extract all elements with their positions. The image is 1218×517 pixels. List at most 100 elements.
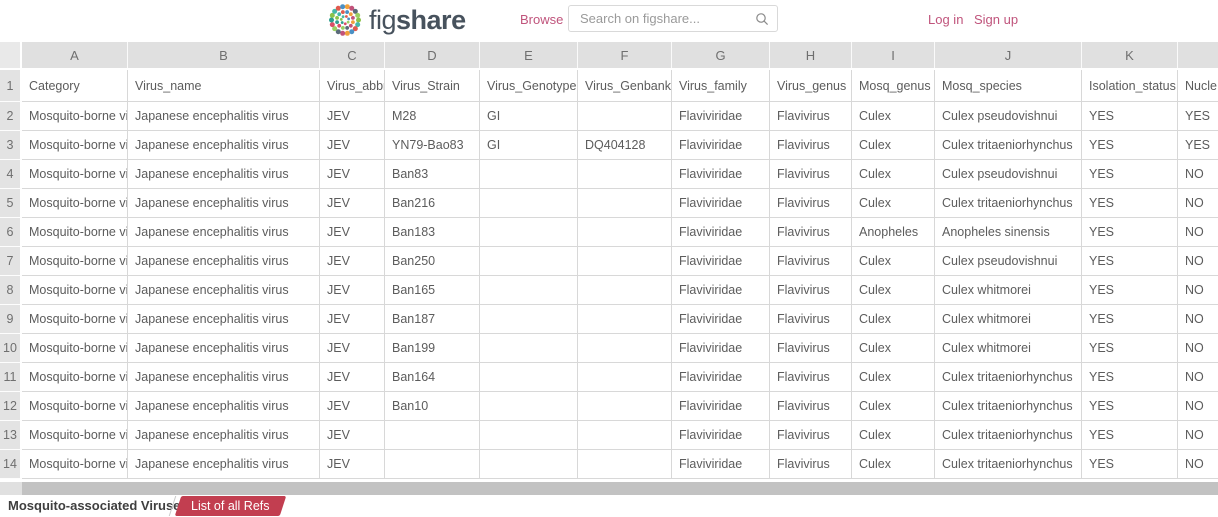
cell-C9[interactable]: JEV: [320, 305, 385, 334]
cell-H10[interactable]: Flavivirus: [770, 334, 852, 363]
column-header-D[interactable]: D: [385, 42, 480, 68]
cell-L9[interactable]: NO: [1178, 305, 1218, 334]
cell-E3[interactable]: GI: [480, 131, 578, 160]
cell-B12[interactable]: Japanese encephalitis virus: [128, 392, 320, 421]
cell-K7[interactable]: YES: [1082, 247, 1178, 276]
cell-B5[interactable]: Japanese encephalitis virus: [128, 189, 320, 218]
cell-J6[interactable]: Anopheles sinensis: [935, 218, 1082, 247]
cell-H7[interactable]: Flavivirus: [770, 247, 852, 276]
cell-H8[interactable]: Flavivirus: [770, 276, 852, 305]
cell-A8[interactable]: Mosquito-borne virus: [22, 276, 128, 305]
cell-C11[interactable]: JEV: [320, 363, 385, 392]
cell-E2[interactable]: GI: [480, 102, 578, 131]
cell-K3[interactable]: YES: [1082, 131, 1178, 160]
cell-F8[interactable]: [578, 276, 672, 305]
browse-link[interactable]: Browse: [520, 12, 563, 27]
cell-L5[interactable]: NO: [1178, 189, 1218, 218]
cell-F7[interactable]: [578, 247, 672, 276]
column-header-H[interactable]: H: [770, 42, 852, 68]
cell-D3[interactable]: YN79-Bao83: [385, 131, 480, 160]
cell-I12[interactable]: Culex: [852, 392, 935, 421]
cell-L10[interactable]: NO: [1178, 334, 1218, 363]
cell-C12[interactable]: JEV: [320, 392, 385, 421]
row-number-11[interactable]: 11: [0, 363, 22, 392]
row-number-2[interactable]: 2: [0, 102, 22, 131]
cell-B6[interactable]: Japanese encephalitis virus: [128, 218, 320, 247]
cell-G10[interactable]: Flaviviridae: [672, 334, 770, 363]
cell-D4[interactable]: Ban83: [385, 160, 480, 189]
cell-B4[interactable]: Japanese encephalitis virus: [128, 160, 320, 189]
cell-D14[interactable]: [385, 450, 480, 479]
column-header-G[interactable]: G: [672, 42, 770, 68]
cell-H4[interactable]: Flavivirus: [770, 160, 852, 189]
cell-G9[interactable]: Flaviviridae: [672, 305, 770, 334]
cell-G5[interactable]: Flaviviridae: [672, 189, 770, 218]
cell-D2[interactable]: M28: [385, 102, 480, 131]
cell-H1[interactable]: Virus_genus: [770, 70, 852, 102]
cell-E14[interactable]: [480, 450, 578, 479]
cell-D12[interactable]: Ban10: [385, 392, 480, 421]
cell-A7[interactable]: Mosquito-borne virus: [22, 247, 128, 276]
cell-I3[interactable]: Culex: [852, 131, 935, 160]
cell-H13[interactable]: Flavivirus: [770, 421, 852, 450]
cell-L2[interactable]: YES: [1178, 102, 1218, 131]
signup-link[interactable]: Sign up: [974, 12, 1018, 27]
cell-H14[interactable]: Flavivirus: [770, 450, 852, 479]
cell-D6[interactable]: Ban183: [385, 218, 480, 247]
cell-C5[interactable]: JEV: [320, 189, 385, 218]
cell-I13[interactable]: Culex: [852, 421, 935, 450]
cell-K10[interactable]: YES: [1082, 334, 1178, 363]
cell-C3[interactable]: JEV: [320, 131, 385, 160]
cell-J14[interactable]: Culex tritaeniorhynchus: [935, 450, 1082, 479]
cell-L1[interactable]: Nucle: [1178, 70, 1218, 102]
cell-J2[interactable]: Culex pseudovishnui: [935, 102, 1082, 131]
cell-L3[interactable]: YES: [1178, 131, 1218, 160]
row-number-9[interactable]: 9: [0, 305, 22, 334]
column-header-L[interactable]: [1178, 42, 1218, 68]
cell-C8[interactable]: JEV: [320, 276, 385, 305]
cell-J3[interactable]: Culex tritaeniorhynchus: [935, 131, 1082, 160]
cell-J12[interactable]: Culex tritaeniorhynchus: [935, 392, 1082, 421]
cell-G8[interactable]: Flaviviridae: [672, 276, 770, 305]
cell-L6[interactable]: NO: [1178, 218, 1218, 247]
cell-D5[interactable]: Ban216: [385, 189, 480, 218]
cell-I11[interactable]: Culex: [852, 363, 935, 392]
cell-J9[interactable]: Culex whitmorei: [935, 305, 1082, 334]
cell-F13[interactable]: [578, 421, 672, 450]
scrollbar-thumb[interactable]: [22, 482, 1218, 495]
cell-C7[interactable]: JEV: [320, 247, 385, 276]
cell-H2[interactable]: Flavivirus: [770, 102, 852, 131]
cell-J5[interactable]: Culex tritaeniorhynchus: [935, 189, 1082, 218]
column-header-K[interactable]: K: [1082, 42, 1178, 68]
cell-I1[interactable]: Mosq_genus: [852, 70, 935, 102]
row-number-14[interactable]: 14: [0, 450, 22, 479]
cell-A14[interactable]: Mosquito-borne virus: [22, 450, 128, 479]
cell-I8[interactable]: Culex: [852, 276, 935, 305]
cell-K9[interactable]: YES: [1082, 305, 1178, 334]
cell-L11[interactable]: NO: [1178, 363, 1218, 392]
cell-H11[interactable]: Flavivirus: [770, 363, 852, 392]
cell-L4[interactable]: NO: [1178, 160, 1218, 189]
cell-J11[interactable]: Culex tritaeniorhynchus: [935, 363, 1082, 392]
cell-C2[interactable]: JEV: [320, 102, 385, 131]
row-number-5[interactable]: 5: [0, 189, 22, 218]
select-all-corner[interactable]: [0, 42, 22, 68]
cell-I10[interactable]: Culex: [852, 334, 935, 363]
cell-H6[interactable]: Flavivirus: [770, 218, 852, 247]
cell-I9[interactable]: Culex: [852, 305, 935, 334]
cell-F5[interactable]: [578, 189, 672, 218]
cell-A5[interactable]: Mosquito-borne virus: [22, 189, 128, 218]
cell-K13[interactable]: YES: [1082, 421, 1178, 450]
tab-list-of-all-refs[interactable]: List of all Refs: [175, 496, 286, 516]
cell-F6[interactable]: [578, 218, 672, 247]
cell-G6[interactable]: Flaviviridae: [672, 218, 770, 247]
cell-E8[interactable]: [480, 276, 578, 305]
cell-G14[interactable]: Flaviviridae: [672, 450, 770, 479]
cell-G1[interactable]: Virus_family: [672, 70, 770, 102]
cell-F9[interactable]: [578, 305, 672, 334]
cell-L8[interactable]: NO: [1178, 276, 1218, 305]
column-header-I[interactable]: I: [852, 42, 935, 68]
cell-H5[interactable]: Flavivirus: [770, 189, 852, 218]
cell-F10[interactable]: [578, 334, 672, 363]
cell-E9[interactable]: [480, 305, 578, 334]
